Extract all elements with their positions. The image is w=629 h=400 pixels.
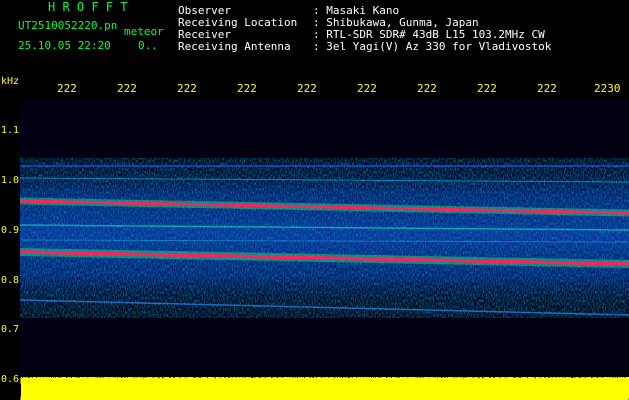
time-tick: 222 [537,82,557,95]
time-tick: 2230 [594,82,621,95]
datetime: 25.10.05 22:20 [18,39,111,52]
y-tick-label: 1.0 [1,175,20,186]
brand-title: H R O F F T [48,0,128,14]
noise-texture [20,158,629,318]
count-value: 0.. [138,39,158,52]
type-label: meteor [124,25,164,38]
y-tick-label: 0.7 [1,324,20,335]
time-tick: 222 [177,82,197,95]
time-tick: 222 [57,82,77,95]
time-tick: 222 [477,82,497,95]
y-tick-label: 0.8 [1,275,20,286]
hrofft-window: H R O F F T UT2510052220.pn meteor 25.10… [0,0,629,400]
observer-label-3: Receiving Antenna [178,40,291,53]
signal-histogram [20,377,629,400]
time-tick: 222 [357,82,377,95]
time-tick: 222 [237,82,257,95]
y-tick-label: 0.9 [1,225,20,236]
file-name: UT2510052220.pn [18,19,118,32]
time-tick: 222 [297,82,317,95]
time-axis: 222 222 222 222 222 222 222 222 222 2230 [0,74,629,100]
observer-value-3: : 3el Yagi(V) Az 330 for Vladivostok [313,40,552,53]
histogram-bars [20,377,629,400]
axis-unit: kHz [1,76,20,87]
time-tick: 222 [117,82,137,95]
time-tick: 222 [417,82,437,95]
spectrogram-waterfall [20,100,629,372]
y-tick-label: 1.1 [1,125,20,136]
y-tick-label: 0.6 [1,374,20,385]
